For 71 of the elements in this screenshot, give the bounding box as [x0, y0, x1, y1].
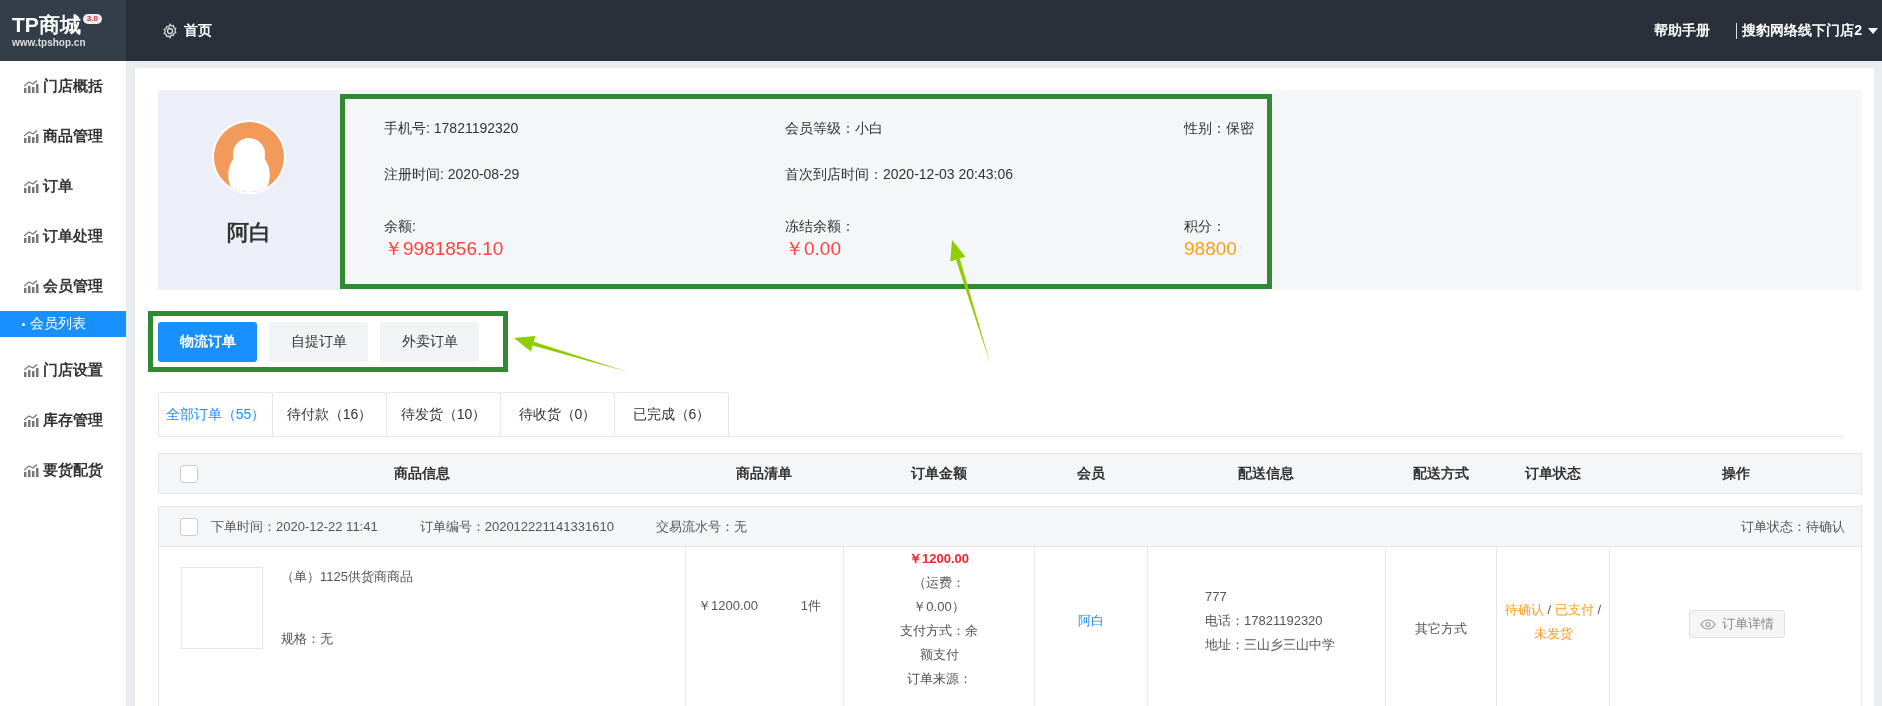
column-header: 配送信息: [1238, 464, 1294, 483]
checkbox[interactable]: [180, 464, 198, 483]
chart-icon: [24, 79, 39, 93]
info-text: 会员等级：小白: [785, 119, 884, 138]
amount-detail: 支付方式：余: [900, 622, 978, 640]
bullet-icon: [22, 322, 25, 326]
chart-icon: [24, 129, 39, 143]
order-meta-text: 订单编号：202012221141331610: [419, 517, 614, 536]
chart-icon: [24, 279, 39, 293]
order-meta-text: 下单时间：2020-12-22 11:41: [211, 517, 378, 536]
logo-text: TP商城: [12, 13, 81, 36]
delivery-info: 电话：17821192320: [1205, 612, 1324, 630]
chart-icon: [24, 229, 39, 243]
logo-url: www.tpshop.cn: [12, 36, 87, 48]
sidebar-item[interactable]: 要货配货: [0, 445, 126, 495]
amount-detail: 订单来源：: [906, 670, 972, 688]
home-link[interactable]: 首页: [162, 21, 212, 40]
delivery-info: 地址：三山乡三山中学: [1205, 636, 1336, 654]
stat-value: 98800: [1184, 237, 1238, 261]
column-header: 会员: [1076, 464, 1105, 483]
chart-icon: [24, 179, 39, 193]
order-status: 待确认 / 已支付 / 未发货: [1503, 601, 1603, 643]
settings-icon: [162, 22, 178, 39]
stat-value: ￥0.00: [785, 237, 842, 261]
stat-label: 冻结余额：: [785, 217, 856, 236]
info-text: 首次到店时间：2020-12-03 20:43:06: [785, 165, 1014, 184]
chart-icon: [24, 363, 39, 377]
chart-icon: [24, 463, 39, 477]
column-header: 操作: [1722, 464, 1750, 483]
column-header: 订单金额: [910, 464, 967, 483]
order-type-tab[interactable]: 自提订单: [269, 322, 368, 362]
sidebar-item[interactable]: 会员管理: [0, 261, 126, 311]
amount-detail: 额支付: [919, 646, 959, 664]
column-header: 商品信息: [394, 464, 450, 483]
checkbox[interactable]: [180, 517, 198, 536]
delivery-info: 777: [1205, 588, 1228, 606]
caret-icon: [1868, 27, 1878, 34]
product-price: ￥1200.00: [698, 597, 758, 615]
order-type-tab[interactable]: 外卖订单: [380, 322, 479, 362]
chart-icon: [24, 413, 39, 427]
order-status-text: 订单状态：待确认: [1741, 517, 1845, 536]
version-badge: 3.0: [82, 13, 102, 24]
sidebar-item[interactable]: 商品管理: [0, 111, 126, 161]
sidebar-item[interactable]: 订单处理: [0, 211, 126, 261]
stat-label: 积分：: [1184, 217, 1227, 236]
status-tab[interactable]: 已完成（6）: [614, 392, 729, 436]
sidebar-item[interactable]: 门店概括: [0, 61, 126, 111]
info-text: 性别：保密: [1184, 119, 1255, 138]
help-link[interactable]: 帮助手册: [1654, 21, 1711, 40]
info-text: 注册时间: 2020-08-29: [384, 165, 521, 184]
info-text: 手机号: 17821192320: [384, 119, 520, 138]
stat-value: ￥9981856.10: [384, 237, 505, 261]
column-header: 订单状态: [1524, 464, 1581, 483]
sidebar-item[interactable]: 订单: [0, 161, 126, 211]
sidebar-item[interactable]: 门店设置: [0, 345, 126, 395]
eye-icon: [1699, 618, 1716, 630]
column-header: 商品清单: [736, 464, 792, 483]
delivery-method: 其它方式: [1415, 620, 1467, 638]
order-detail-button[interactable]: 订单详情: [1688, 610, 1785, 638]
member-name: 阿白: [227, 219, 271, 247]
product-spec: 规格：无: [281, 630, 334, 648]
order-amount: ￥1200.00: [909, 550, 969, 568]
amount-detail: （运费：: [913, 574, 965, 592]
stat-label: 余额:: [384, 217, 417, 236]
amount-detail: ￥0.00）: [913, 598, 965, 616]
product-quantity: 1件: [800, 597, 821, 615]
store-dropdown[interactable]: 搜豹网络线下门店2: [1742, 21, 1862, 40]
column-header: 配送方式: [1412, 464, 1469, 483]
sidebar-item[interactable]: 库存管理: [0, 395, 126, 445]
order-meta-text: 交易流水号：无: [655, 517, 747, 536]
product-name: （单）1125供货商商品: [281, 568, 413, 586]
